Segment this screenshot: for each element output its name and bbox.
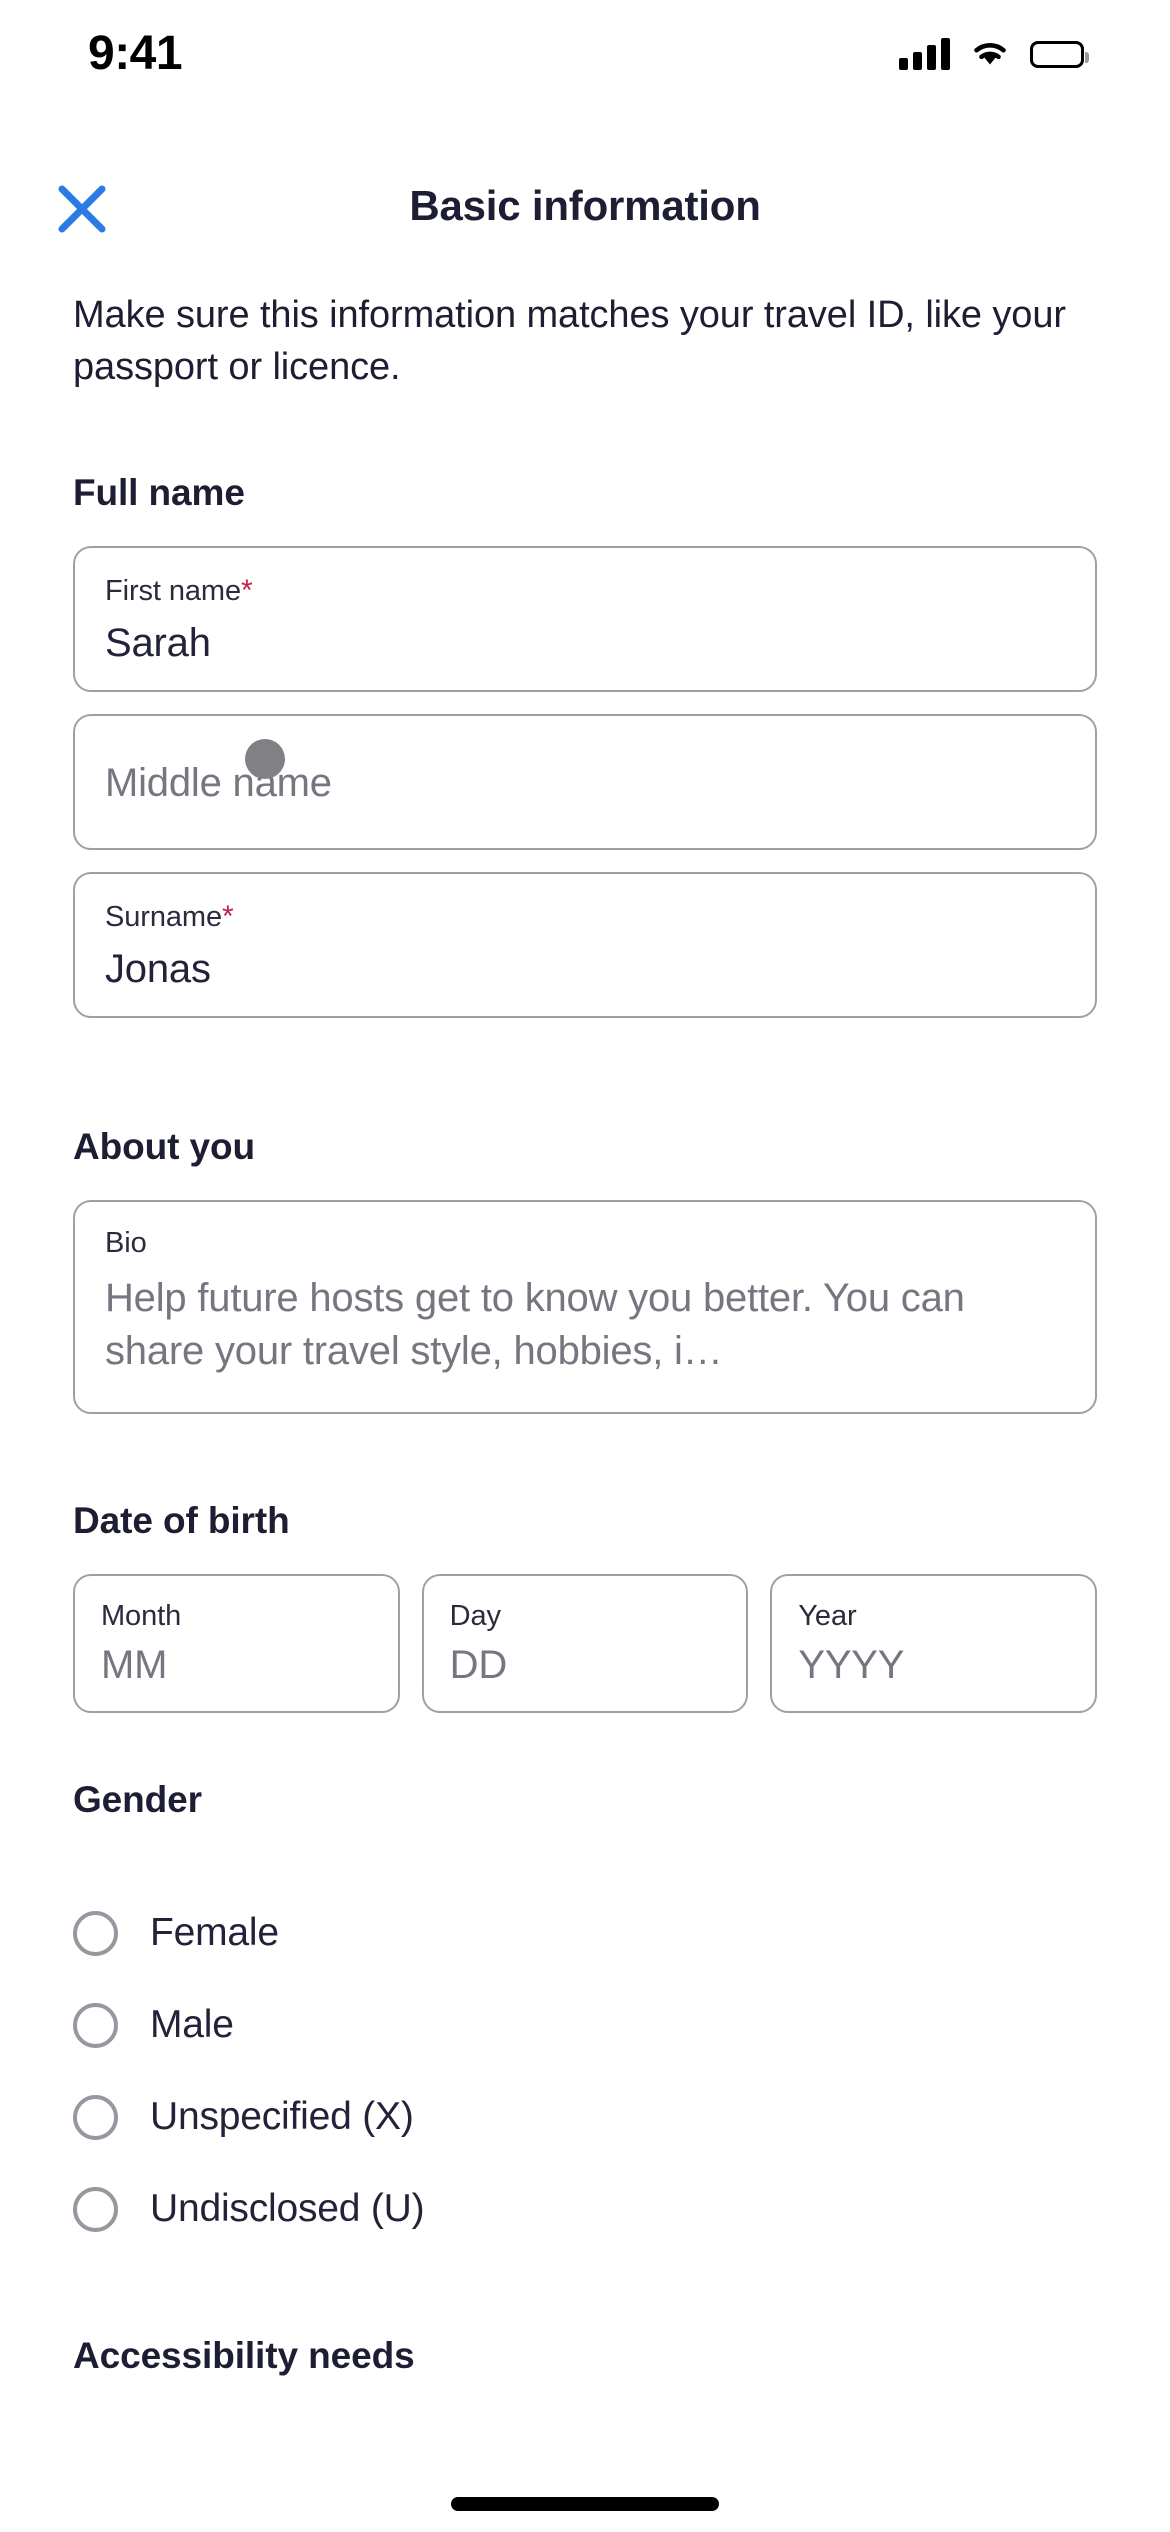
radio-circle-icon <box>73 2094 118 2140</box>
screen-header: Basic information <box>0 160 1170 270</box>
gender-option-undisclosed[interactable]: Undisclosed (U) <box>73 2177 1097 2241</box>
dob-year-placeholder: YYYY <box>798 1643 905 1688</box>
status-indicators <box>899 29 1089 72</box>
first-name-value: Sarah <box>105 621 211 666</box>
touch-pointer-indicator <box>245 739 285 780</box>
section-heading-about-you: About you <box>73 1126 256 1168</box>
section-heading-accessibility-needs: Accessibility needs <box>73 2335 415 2377</box>
surname-value: Jonas <box>105 947 211 992</box>
gender-option-male[interactable]: Male <box>73 1993 1097 2057</box>
battery-icon <box>1030 40 1089 68</box>
surname-label: Surname* <box>105 900 1065 934</box>
required-asterisk: * <box>221 900 234 934</box>
app-screen: 9:41 Basic information Make sure this in… <box>0 0 1170 2532</box>
form-content: Make sure this information matches your … <box>0 290 1170 2409</box>
gender-option-label: Unspecified (X) <box>150 2095 414 2139</box>
home-indicator[interactable] <box>451 2497 719 2511</box>
section-heading-gender: Gender <box>73 1779 202 1821</box>
dob-year-field[interactable]: Year YYYY <box>770 1574 1098 1714</box>
required-asterisk: * <box>240 574 253 608</box>
first-name-field[interactable]: First name* Sarah <box>73 546 1097 693</box>
dob-month-field[interactable]: Month MM <box>73 1574 400 1714</box>
dob-year-label: Year <box>798 1600 857 1633</box>
radio-circle-icon <box>73 2002 118 2048</box>
status-bar: 9:41 <box>0 0 1170 100</box>
gender-option-unspecified[interactable]: Unspecified (X) <box>73 2085 1097 2149</box>
gender-option-label: Male <box>150 2003 234 2047</box>
dob-month-label: Month <box>101 1600 182 1633</box>
section-heading-full-name: Full name <box>73 472 245 514</box>
page-title: Basic information <box>409 182 761 229</box>
surname-label-text: Surname <box>105 901 222 934</box>
dob-day-placeholder: DD <box>449 1643 508 1688</box>
first-name-label-text: First name <box>105 575 241 608</box>
section-heading-date-of-birth: Date of birth <box>73 1500 290 1542</box>
dob-month-placeholder: MM <box>101 1643 168 1688</box>
gender-option-female[interactable]: Female <box>73 1901 1097 1965</box>
date-of-birth-row: Month MM Day DD Year YYYY <box>73 1574 1098 1714</box>
cellular-signal-icon <box>899 38 950 70</box>
surname-field[interactable]: Surname* Jonas <box>73 872 1097 1019</box>
bio-placeholder: Help future hosts get to know you better… <box>105 1276 965 1374</box>
first-name-label: First name* <box>105 574 1065 608</box>
gender-option-label: Female <box>150 1911 279 1955</box>
bio-field[interactable]: Bio Help future hosts get to know you be… <box>73 1200 1097 1415</box>
dob-day-field[interactable]: Day DD <box>421 1574 749 1714</box>
radio-circle-icon <box>73 1910 118 1956</box>
radio-circle-icon <box>73 2186 118 2232</box>
wifi-icon <box>970 37 1010 72</box>
middle-name-field[interactable]: Middle name <box>73 714 1097 851</box>
gender-option-label: Undisclosed (U) <box>150 2187 425 2231</box>
dob-day-label: Day <box>449 1600 501 1633</box>
status-time: 9:41 <box>88 27 183 80</box>
bio-label: Bio <box>105 1227 147 1260</box>
intro-text: Make sure this information matches your … <box>73 294 1066 388</box>
